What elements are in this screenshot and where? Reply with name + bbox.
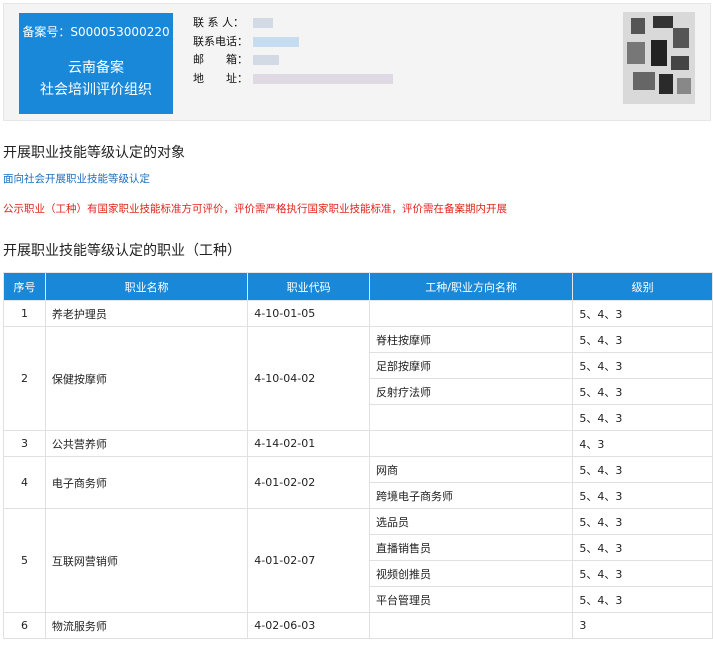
cell-type — [368, 404, 574, 431]
contact-address-blurred — [253, 73, 393, 84]
occupation-table: 序号 职业名称 职业代码 工种/职业方向名称 级别 1 养老护理员 4-10-0… — [3, 272, 713, 639]
col-header-no: 序号 — [3, 272, 46, 301]
notice-text: 公示职业（工种）有国家职业技能标准方可评价，评价需严格执行国家职业技能标准，评价… — [3, 203, 507, 215]
cell-no: 1 — [3, 300, 46, 327]
cell-name: 互联网营销师 — [44, 508, 249, 613]
col-header-code: 职业代码 — [247, 272, 370, 301]
record-number: 备案号：S000053000220 — [22, 25, 170, 39]
cell-no: 3 — [3, 430, 46, 457]
target-section-title: 开展职业技能等级认定的对象 — [3, 145, 185, 161]
table-row: 3 公共营养师 4-14-02-01 4、3 — [3, 430, 713, 457]
cell-level: 5、4、3 — [572, 404, 713, 431]
cell-level: 5、4、3 — [572, 300, 713, 327]
cell-code: 4-10-04-02 — [247, 326, 370, 431]
cell-level: 5、4、3 — [572, 482, 713, 509]
contact-address-label: 地 址： — [193, 71, 248, 85]
cell-name: 公共营养师 — [44, 430, 249, 457]
cell-name: 电子商务师 — [44, 456, 249, 509]
cell-no: 5 — [3, 508, 46, 613]
contact-phone-blurred — [253, 36, 299, 47]
qr-code-image — [623, 12, 695, 104]
cell-level: 5、4、3 — [572, 534, 713, 561]
cell-code: 4-02-06-03 — [247, 612, 370, 639]
cell-name: 物流服务师 — [44, 612, 249, 639]
cell-level: 5、4、3 — [572, 560, 713, 587]
cell-level: 5、4、3 — [572, 378, 713, 405]
table-header-row: 序号 职业名称 职业代码 工种/职业方向名称 级别 — [3, 272, 713, 301]
contact-phone-label: 联系电话： — [193, 34, 248, 48]
cell-type: 视频创推员 — [368, 560, 574, 587]
cell-level: 5、4、3 — [572, 508, 713, 535]
cell-level: 5、4、3 — [572, 586, 713, 613]
cell-type: 选品员 — [368, 508, 574, 535]
cell-type: 反射疗法师 — [368, 378, 574, 405]
contact-info: 联 系 人： 联系电话： 邮 箱： 地 址： — [193, 14, 393, 88]
cell-type: 直播销售员 — [368, 534, 574, 561]
cell-name: 养老护理员 — [44, 300, 249, 327]
cell-type: 网商 — [368, 456, 574, 483]
table-row: 6 物流服务师 4-02-06-03 3 — [3, 612, 713, 639]
col-header-level: 级别 — [572, 272, 713, 301]
col-header-name: 职业名称 — [44, 272, 249, 301]
cell-no: 6 — [3, 612, 46, 639]
contact-person-label: 联 系 人： — [193, 16, 244, 29]
cell-level: 3 — [572, 612, 713, 639]
org-name-line1: 云南备案 — [68, 60, 124, 76]
cell-type: 脊柱按摩师 — [368, 326, 574, 353]
cell-code: 4-01-02-02 — [247, 456, 370, 509]
org-name-line2: 社会培训评价组织 — [40, 82, 152, 98]
table-row: 4 电子商务师 4-01-02-02 网商 5、4、3 — [3, 456, 713, 509]
org-header-card: 备案号：S000053000220 云南备案 社会培训评价组织 联 系 人： 联… — [3, 3, 711, 121]
cell-no: 2 — [3, 326, 46, 431]
cell-code: 4-01-02-07 — [247, 508, 370, 613]
cell-type: 足部按摩师 — [368, 352, 574, 379]
table-row: 2 保健按摩师 4-10-04-02 脊柱按摩师 5、4、3 — [3, 326, 713, 431]
contact-postcode-label: 邮 箱： — [193, 53, 248, 66]
contact-person-blurred — [253, 18, 273, 28]
cell-code: 4-10-01-05 — [247, 300, 370, 327]
cell-level: 5、4、3 — [572, 352, 713, 379]
cell-code: 4-14-02-01 — [247, 430, 370, 457]
org-badge: 备案号：S000053000220 云南备案 社会培训评价组织 — [19, 13, 173, 114]
occupation-section-title: 开展职业技能等级认定的职业（工种） — [3, 243, 241, 259]
cell-no: 4 — [3, 456, 46, 509]
cell-type: 跨境电子商务师 — [368, 482, 574, 509]
cell-name: 保健按摩师 — [44, 326, 249, 431]
target-link[interactable]: 面向社会开展职业技能等级认定 — [3, 171, 150, 186]
col-header-type: 工种/职业方向名称 — [368, 272, 574, 301]
cell-type: 平台管理员 — [368, 586, 574, 613]
cell-type — [368, 430, 574, 457]
table-row: 1 养老护理员 4-10-01-05 5、4、3 — [3, 300, 713, 327]
cell-type — [368, 612, 574, 639]
cell-type — [368, 300, 574, 327]
cell-level: 5、4、3 — [572, 456, 713, 483]
cell-level: 5、4、3 — [572, 326, 713, 353]
contact-postcode-blurred — [253, 55, 279, 65]
table-row: 5 互联网营销师 4-01-02-07 选品员 5、4、3 — [3, 508, 713, 613]
cell-level: 4、3 — [572, 430, 713, 457]
